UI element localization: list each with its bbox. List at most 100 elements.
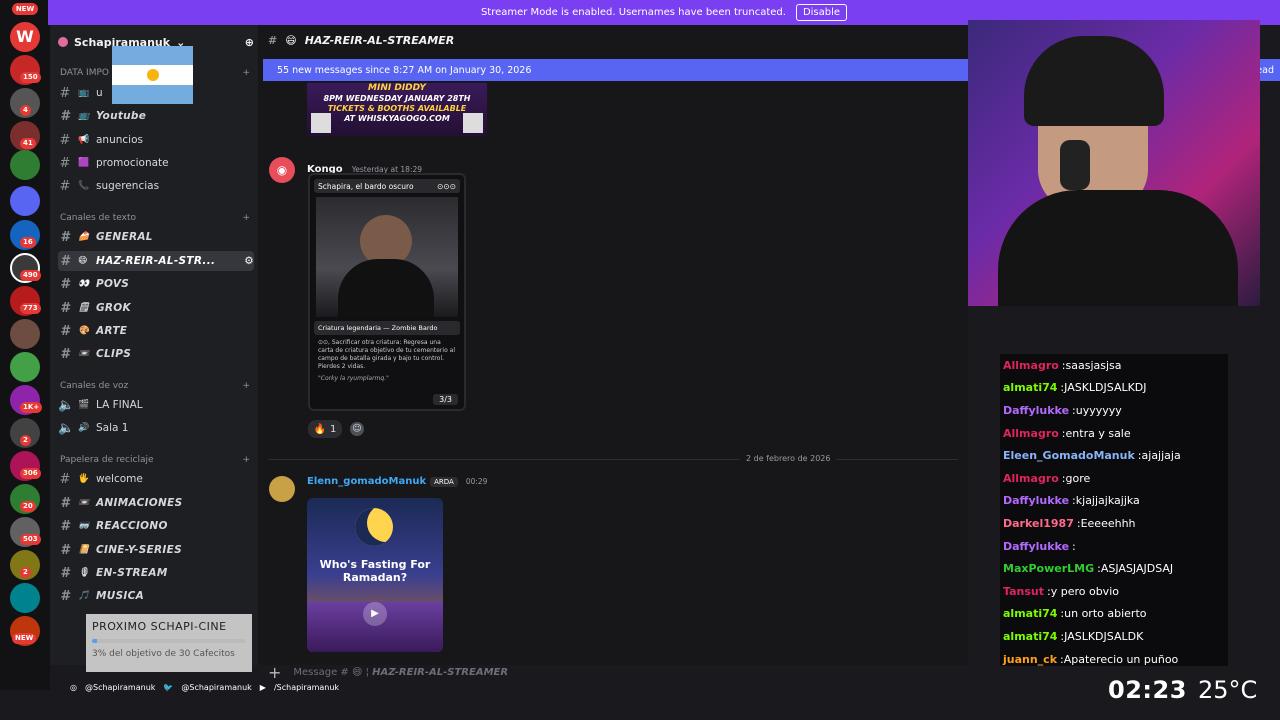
channel-item[interactable]: # 🗒 GROK [58,298,254,318]
server-badge: 16 [20,237,36,248]
chat-username[interactable]: almati74 [1003,381,1057,394]
chat-username[interactable]: Daffylukke [1003,494,1069,507]
gear-icon[interactable]: ⚙ [244,255,254,267]
ramadan-image[interactable]: Who's Fasting For Ramadan? ▶ [307,498,443,652]
hash-icon: # [60,495,70,511]
speaker-icon: 🔈 [58,397,75,413]
chat-message: JASLKDJSALDK [1064,629,1144,643]
server-badge: 490 [20,270,41,281]
add-member-icon[interactable]: ⊕ [245,36,254,49]
chat-username[interactable]: juann_ck [1003,653,1057,666]
message-composer[interactable]: + Message # 😄 ¦ HAZ-REIR-AL-STREAMER [268,660,968,684]
chat-username[interactable]: Allmagro [1003,427,1059,440]
channel-item[interactable]: # 📼 CLIPS [58,344,254,364]
channel-item-active[interactable]: # 😄 HAZ-REIR-AL-STR... ⚙ [58,251,254,271]
argentina-flag-image [112,46,193,104]
card-art [316,197,458,317]
channel-item[interactable]: # 🥽 REACCIONO [58,516,254,536]
chat-message: kjajjajkajjka [1075,494,1140,508]
card-flavor-text: "Corky la ryumplarmq." [318,375,389,382]
server-icon-6[interactable] [10,186,40,216]
chat-line: Daffylukke: kjajjajkajjka [1000,490,1228,513]
channel-item[interactable]: # 🎵 MUSICA [58,586,254,606]
chat-username[interactable]: Tansut [1003,585,1044,598]
hash-icon: # [60,542,70,558]
category-voz[interactable]: Canales de voz + [60,381,250,391]
server-icon-w[interactable]: W [10,22,40,52]
server-icon-5[interactable] [10,150,40,180]
message-timestamp: 00:29 [465,477,488,486]
channel-item[interactable]: # 📞 sugerencias [58,176,254,196]
chat-line: Darkel1987: Eeeeehhh [1000,512,1228,535]
clock: 02:23 [1108,676,1187,704]
channel-item[interactable]: # 🍰 GENERAL [58,227,254,247]
channel-item[interactable]: # 🎨 ARTE [58,321,254,341]
chat-line: Eleen_GomadoManuk: ajajjaja [1000,444,1228,467]
chat-message: Eeeeehhh [1080,516,1136,530]
channel-emoji-icon: 🎬 [78,400,90,410]
server-badge: 41 [20,138,36,149]
message-author[interactable]: Elenn_gomadoManuk [307,476,426,487]
banner-text: Streamer Mode is enabled. Usernames have… [480,7,786,18]
chat-message: y pero obvio [1050,584,1119,598]
category-texto[interactable]: Canales de texto + [60,213,250,223]
add-reaction-icon[interactable]: ☺ [350,422,364,436]
chat-username[interactable]: Allmagro [1003,472,1059,485]
server-icon-11[interactable] [10,352,40,382]
chat-message: entra y sale [1065,426,1131,440]
server-badge: 150 [20,72,41,83]
hash-icon: # [60,346,70,362]
chat-message: uyyyyyy [1075,403,1122,417]
voice-channel-item[interactable]: 🔈 🔊 Sala 1 [58,418,254,438]
channel-emoji-icon: 📞 [78,181,90,191]
channel-item[interactable]: # 🖐 welcome [58,469,254,489]
channel-item[interactable]: # 📔 CINE-Y-SERIES [58,540,254,560]
server-icon-18[interactable] [10,583,40,613]
chat-username[interactable]: Daffylukke [1003,404,1069,417]
chat-line: Allmagro: gore [1000,467,1228,490]
hash-icon: # [60,323,70,339]
chat-username[interactable]: almati74 [1003,607,1057,620]
speaker-icon: 🔈 [58,420,75,436]
channel-emoji-icon: 👀 [78,279,90,289]
social-handles: ◎ @Schapiramanuk 🐦 @Schapiramanuk ▶/Schapi… [70,683,340,692]
chat-line: almati74: JASKLDJSALKDJ [1000,377,1228,400]
hash-icon: # [60,108,70,124]
chat-line: Allmagro: saasjasjsa [1000,354,1228,377]
channel-item[interactable]: # 🟪 promocionate [58,153,254,173]
trading-card-image[interactable]: Schapira, el bardo oscuro ⊙⊙⊙ Criatura le… [308,173,466,411]
channel-emoji-icon: 🎙 [78,568,90,578]
chat-line: juann_ck: Apaterecio un puñoo [1000,648,1228,671]
category-reciclaje[interactable]: Papelera de reciclaje + [60,455,250,465]
play-icon[interactable]: ▶ [363,602,387,626]
chat-username[interactable]: MaxPowerLMG [1003,562,1094,575]
avatar[interactable]: ◉ [269,157,295,183]
channel-item[interactable]: # 🎙 EN-STREAM [58,563,254,583]
channel-item[interactable]: # 👀 POVS [58,274,254,294]
chat-username[interactable]: Allmagro [1003,359,1059,372]
server-icon-10[interactable] [10,319,40,349]
chat-separator: : [1072,539,1076,553]
reaction-fire[interactable]: 🔥 1 [308,420,342,438]
event-poster-image[interactable]: MINI DIDDY 8PM WEDNESDAY JANUARY 28TH TI… [307,83,487,136]
goal-title: PROXIMO SCHAPI-CINE [92,620,227,633]
channel-item[interactable]: # 📼 ANIMACIONES [58,493,254,513]
chat-username[interactable]: Eleen_GomadoManuk [1003,449,1135,462]
channel-item[interactable]: # 📺 Youtube [58,106,254,126]
chat-username[interactable]: Daffylukke [1003,540,1069,553]
channel-emoji-icon: 📼 [78,498,90,508]
goal-text: 3% del objetivo de 30 Cafecitos [92,649,235,659]
disable-button[interactable]: Disable [795,4,848,21]
chat-line: Daffylukke: uyyyyyy [1000,399,1228,422]
new-badge: NEW [12,3,38,15]
server-badge: 2 [20,435,31,446]
avatar[interactable] [269,476,295,502]
chat-username[interactable]: Darkel1987 [1003,517,1074,530]
add-attachment-icon[interactable]: + [268,663,281,682]
voice-channel-item[interactable]: 🔈 🎬 LA FINAL [58,395,254,415]
webcam-feed [968,20,1260,306]
channel-item[interactable]: # 📢 anuncios [58,130,254,150]
server-badge: NEW [12,633,37,644]
channel-emoji-icon: 🔊 [78,423,90,433]
chat-username[interactable]: almati74 [1003,630,1057,643]
